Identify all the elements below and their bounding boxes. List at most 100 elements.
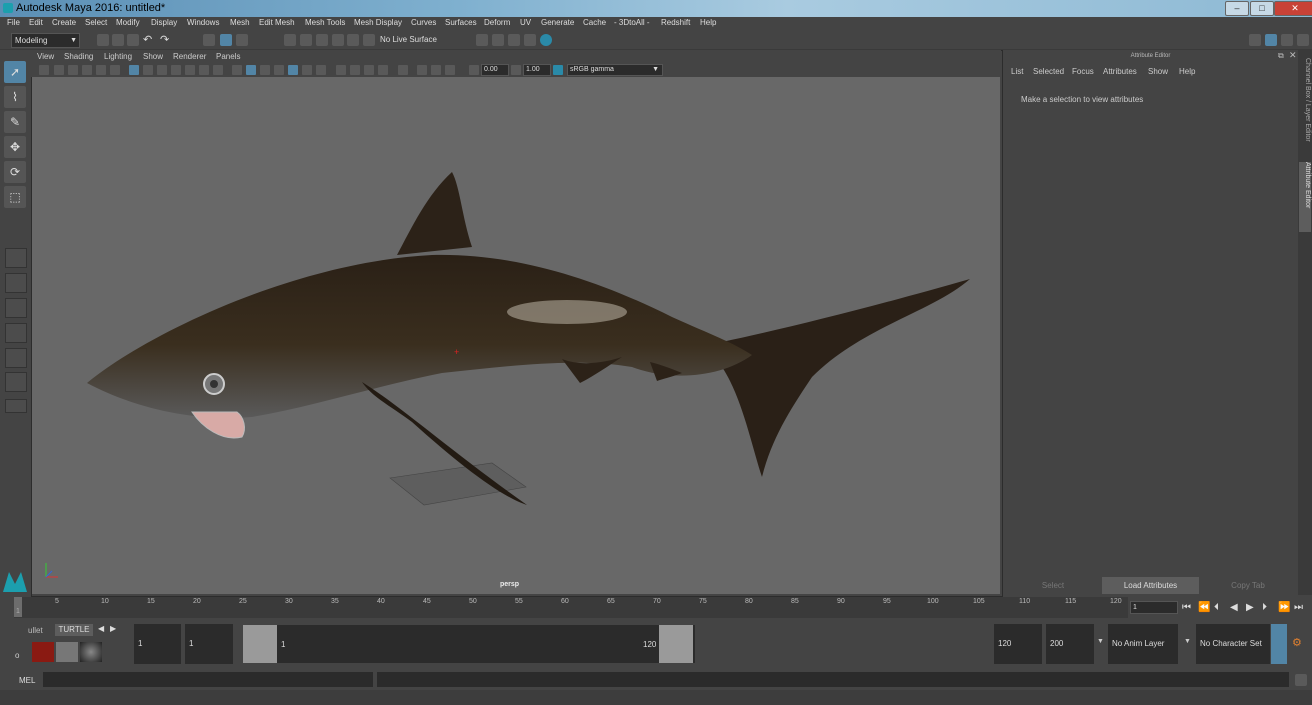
shelf-next-icon[interactable]: ▶ <box>110 624 116 633</box>
move-tool-icon[interactable]: ✥ <box>4 136 26 158</box>
menu-help[interactable]: Help <box>700 18 716 27</box>
current-frame-field[interactable]: 1 <box>1130 601 1178 614</box>
range-start-field[interactable]: 1 <box>134 624 181 664</box>
live-surface-magnet-icon[interactable] <box>363 34 375 46</box>
current-time-marker[interactable] <box>14 597 22 617</box>
gate-mask-icon[interactable] <box>171 65 181 75</box>
menuset-dropdown[interactable]: Modeling ▼ <box>11 33 80 48</box>
shelf-tab-turtle[interactable]: TURTLE <box>55 624 93 636</box>
range-end-field[interactable]: 200 <box>1046 624 1094 664</box>
anim-layer-dropdown[interactable]: No Anim Layer <box>1108 624 1178 664</box>
menu-uv[interactable]: UV <box>520 18 531 27</box>
two-d-pan-icon[interactable] <box>96 65 106 75</box>
single-perspective-layout-icon[interactable] <box>5 248 27 268</box>
script-editor-icon[interactable] <box>1295 674 1307 686</box>
new-scene-icon[interactable] <box>97 34 109 46</box>
float-panel-icon[interactable]: ⧉ <box>1278 51 1284 61</box>
close-panel-icon[interactable]: ✕ <box>1289 50 1297 61</box>
select-tool-icon[interactable]: ➚ <box>4 61 26 83</box>
menu-select[interactable]: Select <box>85 18 107 27</box>
ae-select-button[interactable]: Select <box>1005 577 1101 594</box>
time-slider[interactable]: 1 5 10 15 20 25 30 35 40 45 50 55 60 65 … <box>14 597 1128 618</box>
command-input[interactable] <box>43 672 373 687</box>
ae-load-attributes-button[interactable]: Load Attributes <box>1102 577 1199 594</box>
snap-view-plane-icon[interactable] <box>332 34 344 46</box>
menu-redshift[interactable]: Redshift <box>661 18 690 27</box>
vp-menu-shading[interactable]: Shading <box>64 52 93 61</box>
ae-menu-focus[interactable]: Focus <box>1072 67 1094 76</box>
select-hierarchy-icon[interactable] <box>203 34 215 46</box>
vp-menu-renderer[interactable]: Renderer <box>173 52 206 61</box>
perspective-viewport[interactable]: + persp <box>32 77 1000 594</box>
exposure-field[interactable]: 0.00 <box>481 64 509 76</box>
play-backwards-icon[interactable]: ◀ <box>1230 602 1238 613</box>
redo-icon[interactable]: ↷ <box>160 33 169 46</box>
vp-menu-view[interactable]: View <box>37 52 54 61</box>
shelf-tab-bullet[interactable]: ullet <box>28 626 43 635</box>
color-management-icon[interactable] <box>553 65 563 75</box>
menu-windows[interactable]: Windows <box>187 18 219 27</box>
snap-point-icon[interactable] <box>316 34 328 46</box>
lasso-tool-icon[interactable]: ⌇ <box>4 86 26 108</box>
vp-menu-panels[interactable]: Panels <box>216 52 240 61</box>
xray-active-icon[interactable] <box>445 65 455 75</box>
playback-start-field[interactable]: 1 <box>185 624 233 664</box>
grid-icon[interactable] <box>129 65 139 75</box>
attribute-editor-toggle-icon[interactable] <box>1265 34 1277 46</box>
range-slider[interactable]: 1 120 <box>243 625 695 663</box>
select-object-icon[interactable] <box>220 34 232 46</box>
menu-edit-mesh[interactable]: Edit Mesh <box>259 18 295 27</box>
ae-menu-show[interactable]: Show <box>1148 67 1168 76</box>
ae-menu-attributes[interactable]: Attributes <box>1103 67 1137 76</box>
xray-joints-icon[interactable] <box>431 65 441 75</box>
hypershade-icon[interactable] <box>540 34 552 46</box>
make-live-icon[interactable] <box>347 34 359 46</box>
custom-layout-icon[interactable] <box>5 399 27 413</box>
persp-graph-layout-icon[interactable] <box>5 323 27 343</box>
screen-space-ao-icon[interactable] <box>336 65 346 75</box>
textured-icon[interactable] <box>288 65 298 75</box>
depth-of-field-icon[interactable] <box>378 65 388 75</box>
shelf-prev-icon[interactable]: ◀ <box>98 624 104 633</box>
step-back-key-icon[interactable]: ⏪ <box>1198 602 1210 613</box>
xray-icon[interactable] <box>417 65 427 75</box>
range-handle-start[interactable] <box>243 625 277 663</box>
menu-mesh-display[interactable]: Mesh Display <box>354 18 402 27</box>
anti-aliasing-icon[interactable] <box>364 65 374 75</box>
menu-cache[interactable]: Cache <box>583 18 606 27</box>
go-to-end-icon[interactable]: ⏭ <box>1294 602 1303 613</box>
outliner-layout-icon[interactable] <box>5 372 27 392</box>
ae-menu-list[interactable]: List <box>1011 67 1023 76</box>
render-view-icon[interactable] <box>476 34 488 46</box>
close-button[interactable]: ✕ <box>1274 1 1312 16</box>
step-forward-key-icon[interactable]: ⏩ <box>1278 602 1290 613</box>
step-back-frame-icon[interactable]: ⏴ <box>1214 602 1219 613</box>
animation-preferences-icon[interactable]: ⚙ <box>1292 636 1302 649</box>
mel-label[interactable]: MEL <box>19 676 35 685</box>
shelf-options-icon[interactable]: o <box>15 651 19 660</box>
tab-attribute-editor[interactable]: Attribute Editor <box>1299 162 1311 232</box>
auto-key-icon[interactable] <box>1271 624 1287 664</box>
step-forward-frame-icon[interactable]: ⏵ <box>1262 602 1267 613</box>
range-handle-end[interactable] <box>659 625 693 663</box>
menu-mesh[interactable]: Mesh <box>230 18 250 27</box>
maximize-button[interactable]: □ <box>1250 1 1274 16</box>
gamma-field[interactable]: 1.00 <box>523 64 551 76</box>
use-all-lights-icon[interactable] <box>302 65 312 75</box>
camera-icon[interactable] <box>39 65 49 75</box>
snap-grid-icon[interactable] <box>284 34 296 46</box>
four-view-layout-icon[interactable] <box>5 273 27 293</box>
menu-edit[interactable]: Edit <box>29 18 43 27</box>
camera-attributes-icon[interactable] <box>54 65 64 75</box>
shadows-icon[interactable] <box>316 65 326 75</box>
play-forwards-icon[interactable]: ▶ <box>1246 602 1254 613</box>
motion-blur-icon[interactable] <box>350 65 360 75</box>
menu-display[interactable]: Display <box>151 18 177 27</box>
vp-menu-lighting[interactable]: Lighting <box>104 52 132 61</box>
tab-channel-box[interactable]: Channel Box / Layer Editor <box>1299 58 1311 158</box>
persp-hypershade-layout-icon[interactable] <box>5 348 27 368</box>
scale-tool-icon[interactable]: ⬚ <box>4 186 26 208</box>
playback-end-field[interactable]: 120 <box>994 624 1042 664</box>
save-scene-icon[interactable] <box>127 34 139 46</box>
paint-select-tool-icon[interactable]: ✎ <box>4 111 26 133</box>
